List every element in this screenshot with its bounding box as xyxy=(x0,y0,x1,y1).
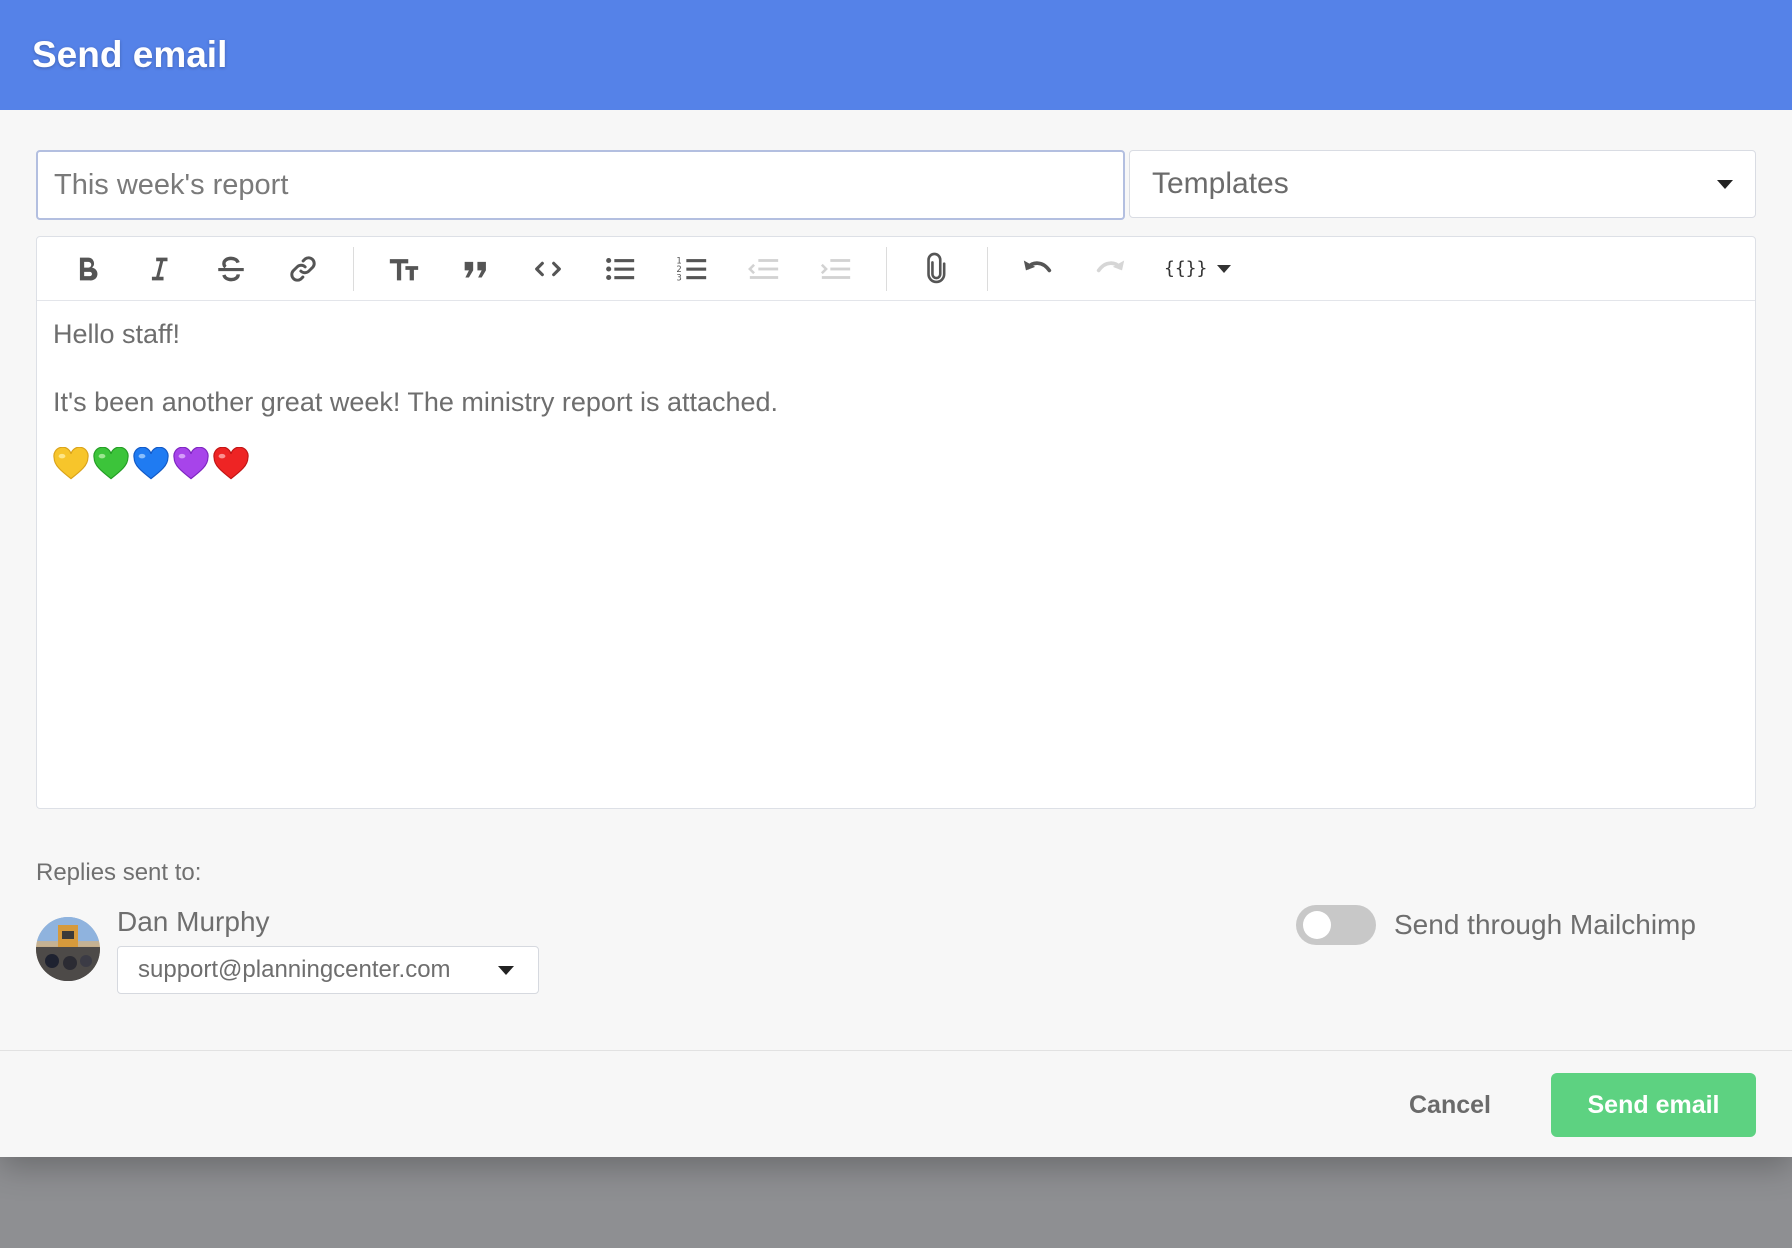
editor-content[interactable]: Hello staff! It's been another great wee… xyxy=(37,301,1755,495)
avatar-photo xyxy=(36,917,100,981)
toggle-knob xyxy=(1303,911,1331,939)
editor-greeting: Hello staff! xyxy=(53,319,181,349)
italic-icon xyxy=(151,257,168,280)
attachment-button[interactable] xyxy=(901,237,973,301)
variables-icon: {{}} xyxy=(1164,258,1208,279)
red-heart-icon xyxy=(213,447,249,480)
strikethrough-icon xyxy=(218,256,244,281)
toolbar-divider xyxy=(353,246,354,291)
mailchimp-toggle-row[interactable]: Send through Mailchimp xyxy=(1296,905,1696,945)
indent-icon xyxy=(820,258,851,279)
chevron-down-icon xyxy=(498,965,514,975)
bullet-list-button[interactable] xyxy=(584,237,656,301)
bold-button[interactable] xyxy=(51,237,123,301)
editor-message: It's been another great week! The minist… xyxy=(53,387,779,418)
cancel-button[interactable]: Cancel xyxy=(1395,1073,1505,1137)
emoji-row xyxy=(53,447,1739,481)
chevron-down-icon xyxy=(1217,264,1232,273)
link-button[interactable] xyxy=(267,237,339,301)
bullet-list-icon xyxy=(606,257,635,280)
variables-dropdown[interactable]: {{}} xyxy=(1164,258,1232,279)
blue-heart-icon xyxy=(133,447,169,480)
outdent-icon xyxy=(748,258,779,279)
editor-toolbar: 123 {{}} xyxy=(37,237,1755,301)
italic-button[interactable] xyxy=(123,237,195,301)
svg-text:3: 3 xyxy=(676,273,681,283)
yellow-heart-icon xyxy=(53,447,89,480)
indent-button[interactable] xyxy=(800,237,872,301)
subject-input[interactable] xyxy=(36,150,1125,220)
redo-icon xyxy=(1096,260,1125,272)
reply-email-dropdown[interactable]: support@planningcenter.com xyxy=(117,946,539,994)
outdent-button[interactable] xyxy=(728,237,800,301)
numbered-list-button[interactable]: 123 xyxy=(656,237,728,301)
send-email-modal: Send email Templates xyxy=(0,0,1792,1157)
chevron-down-icon xyxy=(1717,179,1733,189)
mailchimp-toggle[interactable] xyxy=(1296,905,1376,945)
attachment-icon xyxy=(927,252,946,283)
purple-heart-icon xyxy=(173,447,209,480)
reply-email-value: support@planningcenter.com xyxy=(138,956,451,983)
footer-divider xyxy=(0,1050,1792,1051)
modal-header: Send email xyxy=(0,0,1792,110)
modal-title: Send email xyxy=(32,34,228,75)
toolbar-divider xyxy=(886,246,887,291)
avatar xyxy=(36,917,100,981)
code-button[interactable] xyxy=(512,237,584,301)
sender-name: Dan Murphy xyxy=(117,906,270,937)
redo-button[interactable] xyxy=(1074,237,1146,301)
subject-row: Templates xyxy=(36,150,1756,220)
heading-icon xyxy=(389,258,419,280)
green-heart-icon xyxy=(93,447,129,480)
heading-button[interactable] xyxy=(368,237,440,301)
toolbar-divider xyxy=(987,246,988,291)
send-email-button[interactable]: Send email xyxy=(1551,1073,1756,1137)
templates-dropdown[interactable]: Templates xyxy=(1129,150,1756,218)
mailchimp-label: Send through Mailchimp xyxy=(1394,909,1696,940)
undo-icon xyxy=(1023,260,1052,272)
numbered-list-icon: 123 xyxy=(676,256,707,283)
undo-button[interactable] xyxy=(1002,237,1074,301)
strikethrough-button[interactable] xyxy=(195,237,267,301)
email-editor: 123 {{}} Hello staff! It's been another … xyxy=(36,236,1756,809)
quote-button[interactable] xyxy=(440,237,512,301)
bold-icon xyxy=(79,257,98,280)
replies-label: Replies sent to: xyxy=(36,859,202,886)
link-icon xyxy=(290,255,316,282)
quote-icon xyxy=(464,261,486,277)
code-icon xyxy=(535,261,561,276)
templates-label: Templates xyxy=(1152,167,1289,200)
